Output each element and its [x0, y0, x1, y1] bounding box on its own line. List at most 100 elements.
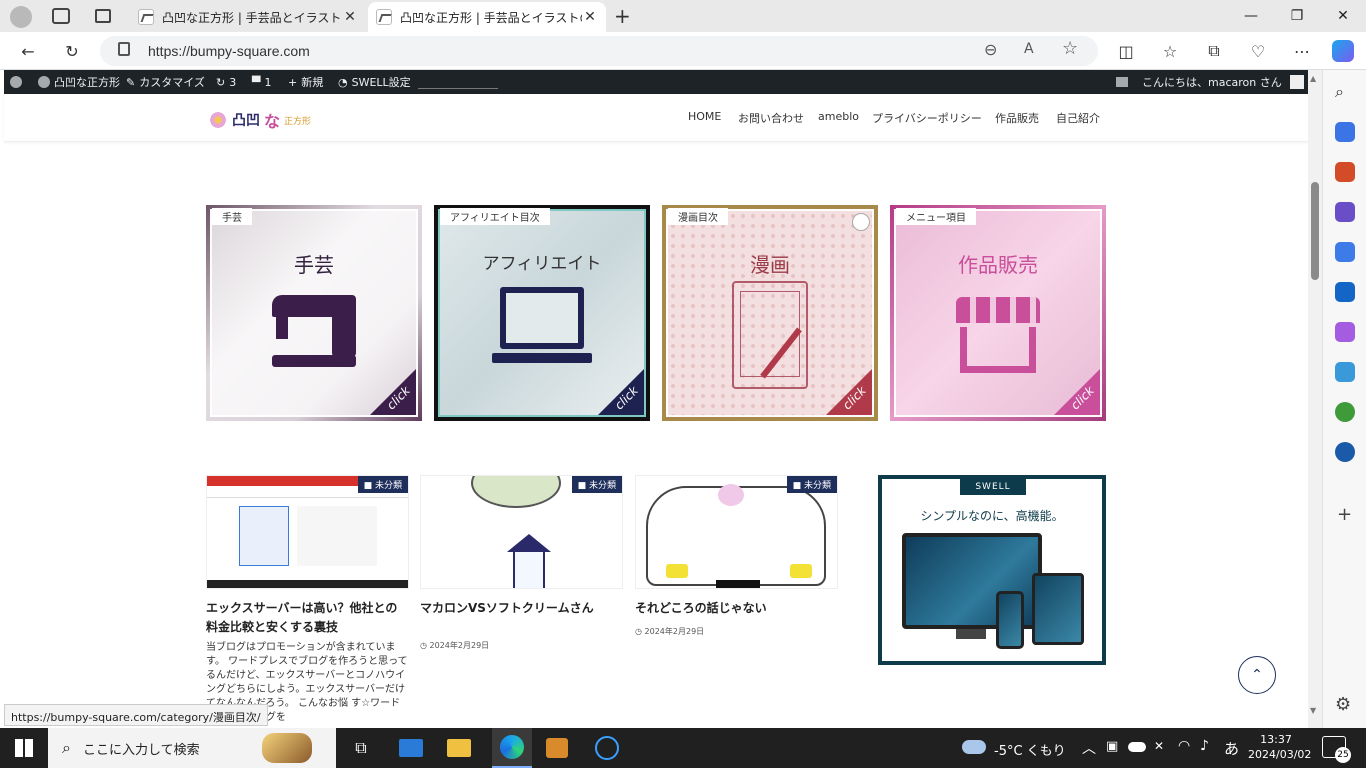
minimize-button[interactable]: — [1228, 0, 1274, 32]
category-badge: ■ 未分類 [786, 476, 837, 493]
wp-search-icon[interactable]: ⌕ [1290, 70, 1296, 94]
more-menu-icon[interactable]: ⋯ [1288, 38, 1316, 64]
lock-icon[interactable] [118, 42, 130, 56]
favorites-icon[interactable]: ☆ [1156, 38, 1184, 64]
post-thumbnail[interactable]: ■ 未分類 [206, 475, 409, 589]
category-card-handcraft[interactable]: 手芸 手芸 click [206, 205, 422, 421]
nav-home[interactable]: HOME [688, 110, 721, 123]
nav-profile[interactable]: 自己紹介 [1056, 110, 1100, 126]
wp-site-name[interactable]: 凸凹な正方形 [38, 70, 120, 94]
tray-chevron-icon[interactable]: ︿ [1082, 738, 1096, 758]
taskbar-search-box[interactable]: ⌕ ここに入力して検索 [48, 728, 336, 768]
favorite-star-icon[interactable]: ☆ [1062, 38, 1078, 59]
designer-icon[interactable] [1335, 322, 1355, 342]
read-aloud-icon[interactable]: A [1024, 41, 1034, 57]
file-explorer-icon[interactable] [444, 734, 474, 762]
search-icon[interactable]: ⌕ [1335, 82, 1344, 102]
edge-app-icon[interactable] [492, 728, 532, 768]
post-thumbnail[interactable]: ■ 未分類 [635, 475, 838, 589]
wp-new[interactable]: + 新規 [288, 70, 323, 94]
tab-actions-icon[interactable] [95, 9, 111, 23]
wifi-icon[interactable]: ◠ [1178, 738, 1190, 754]
windows-start-icon[interactable] [9, 734, 39, 762]
stats-sparkline[interactable] [418, 76, 498, 89]
meet-now-icon[interactable]: ▣ [1106, 739, 1118, 754]
toolbox-icon[interactable] [1335, 162, 1355, 182]
close-tab-icon[interactable]: ✕ [582, 9, 598, 25]
wp-comments[interactable]: ▀ 1 [252, 70, 271, 94]
collections-icon[interactable]: ⧉ [1200, 38, 1228, 64]
outlook-icon[interactable] [1335, 282, 1355, 302]
close-window-button[interactable]: ✕ [1320, 0, 1366, 32]
shopping-tag-icon[interactable] [1335, 122, 1355, 142]
wp-swell-settings[interactable]: ◔ SWELL設定 [338, 70, 411, 94]
m365-icon[interactable] [1335, 242, 1355, 262]
bing-chat-icon[interactable] [1335, 442, 1355, 462]
lens-icon[interactable] [852, 213, 870, 231]
media-app-icon[interactable] [542, 734, 572, 762]
new-tab-button[interactable]: + [614, 4, 631, 28]
notification-center-icon[interactable]: 25 [1322, 736, 1351, 763]
tablet-image [1032, 573, 1084, 645]
post-card[interactable]: ■ 未分類 エックスサーバーは高い？他社との料金比較と安くする裏技 当ブログはプ… [206, 475, 409, 725]
copilot-icon[interactable] [1332, 40, 1354, 62]
refresh-icon: ↻ [216, 75, 226, 89]
send-icon[interactable] [1335, 362, 1355, 382]
profile-icon[interactable] [10, 6, 32, 28]
speaker-icon[interactable]: ♪ [1200, 738, 1209, 754]
task-view-icon[interactable]: ⧉ [346, 734, 376, 762]
tree-icon[interactable] [1335, 402, 1355, 422]
site-header: 凸凹 な 正方形 HOME お問い合わせ ameblo プライバシーポリシー 作… [4, 94, 1308, 142]
nav-contact[interactable]: お問い合わせ [738, 110, 804, 126]
category-badge: ■ 未分類 [357, 476, 408, 493]
reload-icon[interactable]: ↻ [58, 38, 86, 64]
close-tab-icon[interactable]: ✕ [342, 9, 358, 25]
scroll-thumb[interactable] [1311, 182, 1319, 280]
category-card-manga[interactable]: 漫画目次 漫画 click [662, 205, 878, 421]
ime-indicator[interactable]: あ [1224, 738, 1239, 759]
weather-icon[interactable] [962, 740, 986, 754]
cortana-c-icon[interactable] [592, 734, 622, 762]
tab-2-active[interactable]: 凸凹な正方形 | 手芸品とイラストの ✕ [368, 2, 606, 32]
address-bar[interactable]: https://bumpy-square.com ⊖ A ☆ [100, 36, 1098, 66]
restore-button[interactable]: ❐ [1274, 0, 1320, 32]
add-sidebar-icon[interactable]: + [1337, 504, 1352, 525]
plus-icon: + [288, 75, 298, 89]
wp-updates[interactable]: ↻ 3 [216, 70, 236, 94]
post-title[interactable]: エックスサーバーは高い？他社との料金比較と安くする裏技 [206, 599, 409, 637]
nav-privacy[interactable]: プライバシーポリシー [872, 110, 982, 126]
wp-logo-icon[interactable] [10, 70, 22, 94]
games-icon[interactable] [1335, 202, 1355, 222]
swell-banner[interactable]: SWELL シンプルなのに、高機能。 [878, 475, 1106, 665]
post-thumbnail[interactable]: ■ 未分類 [420, 475, 623, 589]
category-card-shop[interactable]: メニュー項目 作品販売 click [890, 205, 1106, 421]
back-arrow-icon[interactable]: ← [14, 38, 42, 64]
weather-text[interactable]: -5°C くもり [994, 740, 1066, 759]
tab-1[interactable]: 凸凹な正方形 | 手芸品とイラストの ✕ [130, 2, 366, 32]
scroll-up-arrow[interactable]: ▲ [1310, 74, 1316, 83]
ime-mode-icon[interactable]: ✕ [1154, 739, 1164, 753]
onedrive-icon[interactable] [1128, 742, 1146, 752]
wp-greeting[interactable]: こんにちは、macaron さん [1116, 70, 1304, 94]
zoom-icon[interactable]: ⊖ [984, 40, 997, 59]
split-screen-icon[interactable]: ◫ [1112, 38, 1140, 64]
nav-ameblo[interactable]: ameblo [818, 110, 859, 123]
clock[interactable]: 13:37 2024/03/02 [1248, 732, 1311, 762]
back-to-top-button[interactable]: ⌃ [1238, 656, 1276, 694]
site-logo[interactable]: 凸凹 な 正方形 [208, 108, 311, 132]
category-card-affiliate[interactable]: アフィリエイト目次 アフィリエイト click [434, 205, 650, 421]
page-scrollbar[interactable]: ▲ ▼ [1308, 70, 1322, 728]
performance-icon[interactable]: ♡ [1244, 38, 1272, 64]
settings-gear-icon[interactable]: ⚙ [1335, 694, 1351, 715]
wp-customize[interactable]: ✎ カスタマイズ [126, 70, 205, 94]
nav-shop[interactable]: 作品販売 [995, 110, 1039, 126]
scroll-down-arrow[interactable]: ▼ [1310, 706, 1316, 715]
mail-app-icon[interactable] [396, 734, 426, 762]
workspaces-icon[interactable] [52, 8, 70, 24]
swell-tagline: シンプルなのに、高機能。 [920, 509, 1064, 523]
post-card[interactable]: ■ 未分類 マカロンVSソフトクリームさん ◷ 2024年2月29日 [420, 475, 623, 651]
post-title[interactable]: それどころの話じゃない [635, 599, 838, 618]
post-card[interactable]: ■ 未分類 それどころの話じゃない ◷ 2024年2月29日 [635, 475, 838, 637]
sewing-machine-icon [272, 295, 356, 367]
post-title[interactable]: マカロンVSソフトクリームさん [420, 599, 623, 618]
